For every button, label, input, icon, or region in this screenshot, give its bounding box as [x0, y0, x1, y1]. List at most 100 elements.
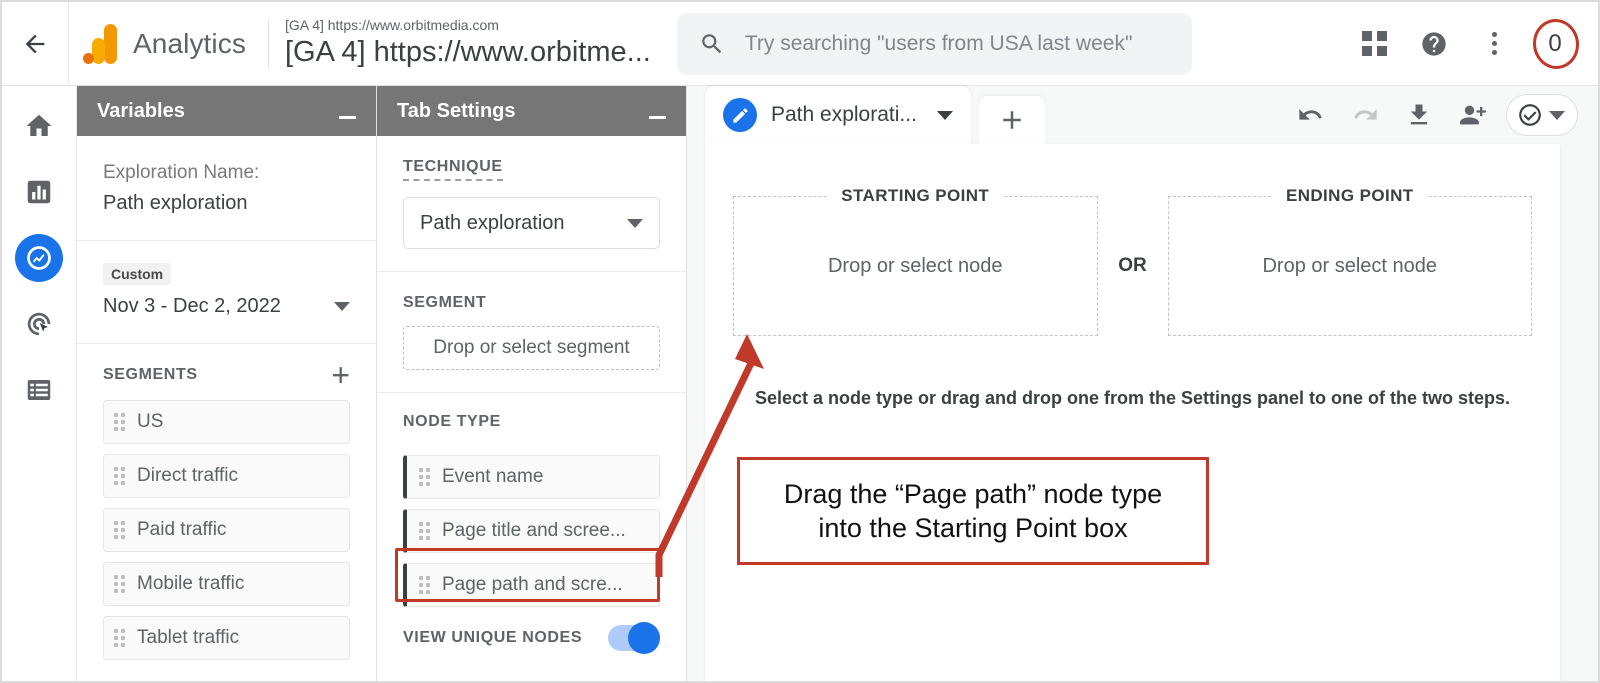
help-button[interactable] [1408, 18, 1460, 70]
segment-label: Paid traffic [137, 519, 226, 541]
apps-grid-button[interactable] [1348, 18, 1400, 70]
configure-list-icon [24, 375, 54, 405]
variables-panel-title: Variables [97, 100, 185, 123]
ending-point-placeholder: Drop or select node [1262, 255, 1437, 278]
property-selector[interactable]: [GA 4] https://www.orbitmedia.com [GA 4]… [285, 2, 651, 86]
brand-name: Analytics [133, 28, 246, 60]
add-tab-button[interactable] [979, 96, 1045, 144]
date-range-section[interactable]: Custom Nov 3 - Dec 2, 2022 [77, 241, 376, 344]
date-range-value: Nov 3 - Dec 2, 2022 [103, 291, 281, 321]
segment-label: Mobile traffic [137, 573, 244, 595]
arrow-left-icon [21, 30, 49, 58]
tab-path-exploration[interactable]: Path explorati... [705, 86, 971, 144]
exploration-canvas: STARTING POINT Drop or select node OR EN… [705, 144, 1560, 683]
main-content-area: Path explorati... [687, 86, 1600, 683]
add-segment-button[interactable]: + [331, 364, 350, 386]
sidebar-item-advertising[interactable] [15, 300, 63, 348]
share-button[interactable] [1452, 94, 1494, 136]
node-type-item-event-name[interactable]: Event name [403, 455, 660, 499]
check-circle-icon [1517, 102, 1543, 128]
sidebar-item-configure[interactable] [15, 366, 63, 414]
starting-point-placeholder: Drop or select node [828, 255, 1003, 278]
sharing-status-button[interactable] [1506, 94, 1578, 136]
download-icon [1405, 101, 1433, 129]
exploration-name-label: Exploration Name: [103, 158, 350, 188]
segment-label: Tablet traffic [137, 627, 239, 649]
ending-point-title: ENDING POINT [1272, 186, 1428, 206]
view-unique-nodes-label: VIEW UNIQUE NODES [403, 629, 582, 647]
drag-handle-icon[interactable] [114, 629, 125, 647]
node-type-item-page-path[interactable]: Page path and scre... [403, 563, 660, 607]
sidebar-item-explore[interactable] [15, 234, 63, 282]
list-item[interactable]: Direct traffic [103, 454, 350, 498]
node-type-label-text: Page title and scree... [442, 520, 626, 542]
ending-point-dropzone[interactable]: ENDING POINT Drop or select node [1168, 196, 1533, 336]
drag-handle-icon[interactable] [419, 576, 430, 594]
segment-drop-zone[interactable]: Drop or select segment [403, 326, 660, 370]
callout-line-1: Drag the “Page path” node type [784, 479, 1162, 509]
exploration-name-value: Path exploration [103, 188, 350, 218]
technique-label: TECHNIQUE [403, 158, 503, 181]
tab-settings-panel-header: Tab Settings [377, 86, 686, 136]
node-type-label-text: Event name [442, 466, 543, 488]
minimize-icon[interactable] [339, 116, 356, 119]
exploration-name-section[interactable]: Exploration Name: Path exploration [77, 136, 376, 241]
tab-settings-panel: Tab Settings TECHNIQUE Path exploration … [377, 86, 687, 683]
node-type-label-text: Page path and scre... [442, 574, 623, 596]
list-item[interactable]: Mobile traffic [103, 562, 350, 606]
sidebar-item-home[interactable] [15, 102, 63, 150]
chevron-down-icon[interactable] [937, 111, 953, 120]
search-bar[interactable] [677, 13, 1192, 75]
drag-handle-icon[interactable] [114, 413, 125, 431]
drag-handle-icon[interactable] [114, 575, 125, 593]
or-separator: OR [1098, 196, 1168, 336]
sidebar-item-reports[interactable] [15, 168, 63, 216]
search-input[interactable] [745, 32, 1170, 56]
starting-point-dropzone[interactable]: STARTING POINT Drop or select node [733, 196, 1098, 336]
reports-bar-chart-icon [24, 177, 54, 207]
drag-handle-icon[interactable] [419, 522, 430, 540]
node-type-item-page-title[interactable]: Page title and scree... [403, 509, 660, 553]
back-button[interactable] [2, 2, 68, 86]
search-icon [699, 31, 725, 57]
chevron-down-icon [1549, 111, 1565, 120]
list-item[interactable]: US [103, 400, 350, 444]
header-divider-2 [268, 21, 269, 67]
segments-list: US Direct traffic Paid traffic Mobile tr… [77, 396, 376, 660]
view-unique-nodes-toggle[interactable] [608, 625, 660, 651]
chevron-down-icon[interactable] [334, 302, 350, 311]
date-range-chip: Custom [103, 263, 171, 285]
list-item[interactable]: Tablet traffic [103, 616, 350, 660]
chevron-down-icon [627, 219, 643, 228]
explore-icon [24, 243, 54, 273]
segment-section: SEGMENT Drop or select segment [377, 272, 686, 393]
pencil-icon [723, 98, 757, 132]
drag-handle-icon[interactable] [114, 521, 125, 539]
plus-icon [997, 105, 1027, 135]
help-circle-icon [1420, 30, 1448, 58]
technique-select[interactable]: Path exploration [403, 197, 660, 249]
account-avatar-button[interactable]: 0 [1528, 17, 1582, 71]
path-points-row: STARTING POINT Drop or select node OR EN… [705, 144, 1560, 336]
node-type-section-header: NODE TYPE [377, 393, 686, 441]
technique-value: Path exploration [420, 212, 565, 235]
minimize-icon[interactable] [649, 116, 666, 119]
tab-label: Path explorati... [771, 103, 917, 127]
analytics-app-window: Analytics [GA 4] https://www.orbitmedia.… [0, 0, 1600, 683]
redo-button[interactable] [1344, 94, 1386, 136]
more-options-button[interactable] [1468, 18, 1520, 70]
segments-title: SEGMENTS [103, 366, 198, 384]
kebab-more-icon [1492, 32, 1497, 55]
drag-handle-icon[interactable] [114, 467, 125, 485]
segments-section-header: SEGMENTS + [77, 344, 376, 396]
drag-handle-icon[interactable] [419, 468, 430, 486]
download-button[interactable] [1398, 94, 1440, 136]
avatar-annotation-circle [1530, 16, 1583, 72]
canvas-toolbar [1290, 94, 1600, 144]
undo-button[interactable] [1290, 94, 1332, 136]
list-item[interactable]: Paid traffic [103, 508, 350, 552]
node-type-list: Event name Page title and scree... Page … [377, 441, 686, 607]
home-icon [24, 111, 54, 141]
starting-point-title: STARTING POINT [827, 186, 1003, 206]
brand-block[interactable]: Analytics [69, 2, 252, 86]
